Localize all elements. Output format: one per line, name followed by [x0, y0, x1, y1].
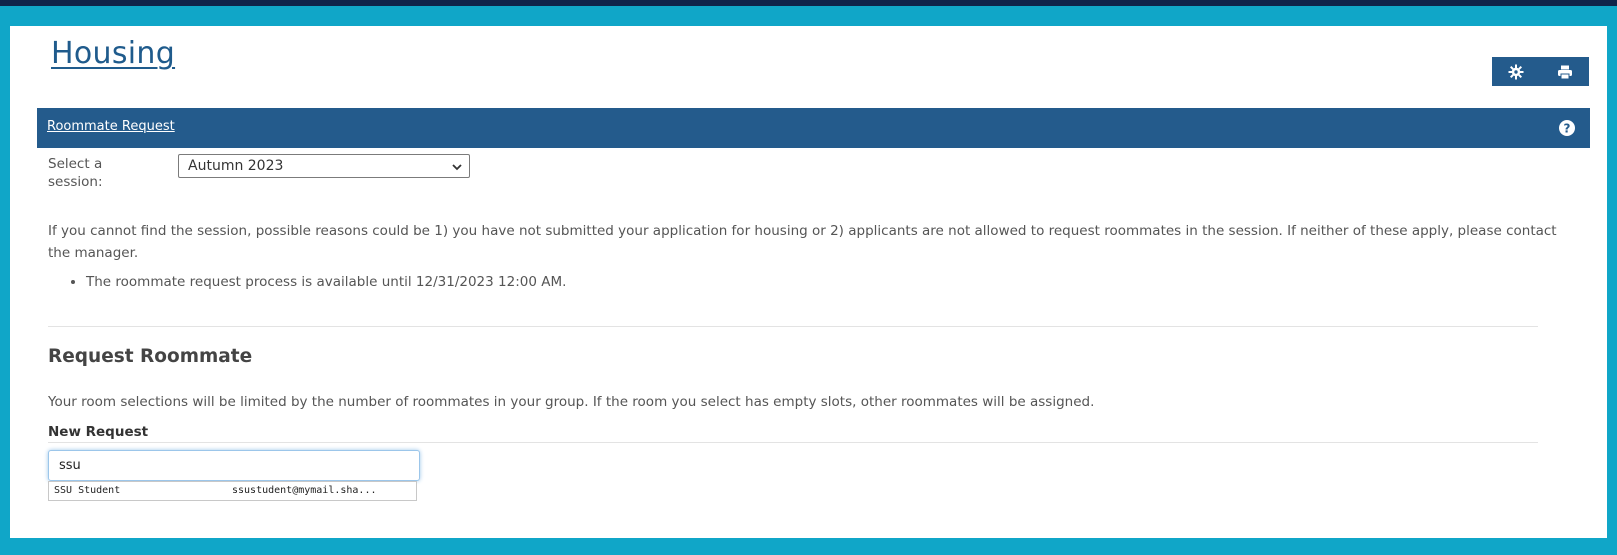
print-button[interactable] — [1545, 57, 1585, 86]
panel-title-link[interactable]: Roommate Request — [47, 119, 175, 134]
panel-header: Roommate Request ? — [37, 108, 1590, 148]
divider — [48, 442, 1538, 443]
section-title: Request Roommate — [48, 346, 253, 367]
roommate-search-input[interactable] — [48, 450, 420, 481]
suggestion-email: ssustudent@mymail.sha... — [232, 485, 377, 496]
question-circle-icon[interactable]: ? — [1558, 119, 1576, 137]
gear-icon — [1508, 64, 1524, 79]
deadline-bullet: The roommate request process is availabl… — [86, 274, 566, 290]
toolbar — [1492, 57, 1589, 86]
printer-icon — [1557, 65, 1572, 79]
page-container: Housing Roommate Request ? Select a sess… — [10, 26, 1607, 538]
suggestion-name: SSU Student — [54, 485, 121, 496]
settings-button[interactable] — [1496, 57, 1536, 86]
session-select-value: Autumn 2023 — [188, 158, 284, 174]
page-title[interactable]: Housing — [51, 36, 175, 71]
session-info-text: If you cannot find the session, possible… — [48, 223, 1557, 261]
session-label: Select a session: — [48, 156, 103, 190]
info-bullet-list: The roommate request process is availabl… — [68, 274, 566, 290]
session-select[interactable]: Autumn 2023 — [178, 154, 470, 178]
svg-text:?: ? — [1564, 121, 1571, 135]
divider — [48, 326, 1538, 327]
autocomplete-suggestion[interactable]: SSU Student ssustudent@mymail.sha... — [48, 481, 417, 501]
chevron-down-icon — [452, 164, 462, 171]
new-request-label: New Request — [48, 424, 149, 440]
section-description: Your room selections will be limited by … — [48, 394, 1095, 410]
